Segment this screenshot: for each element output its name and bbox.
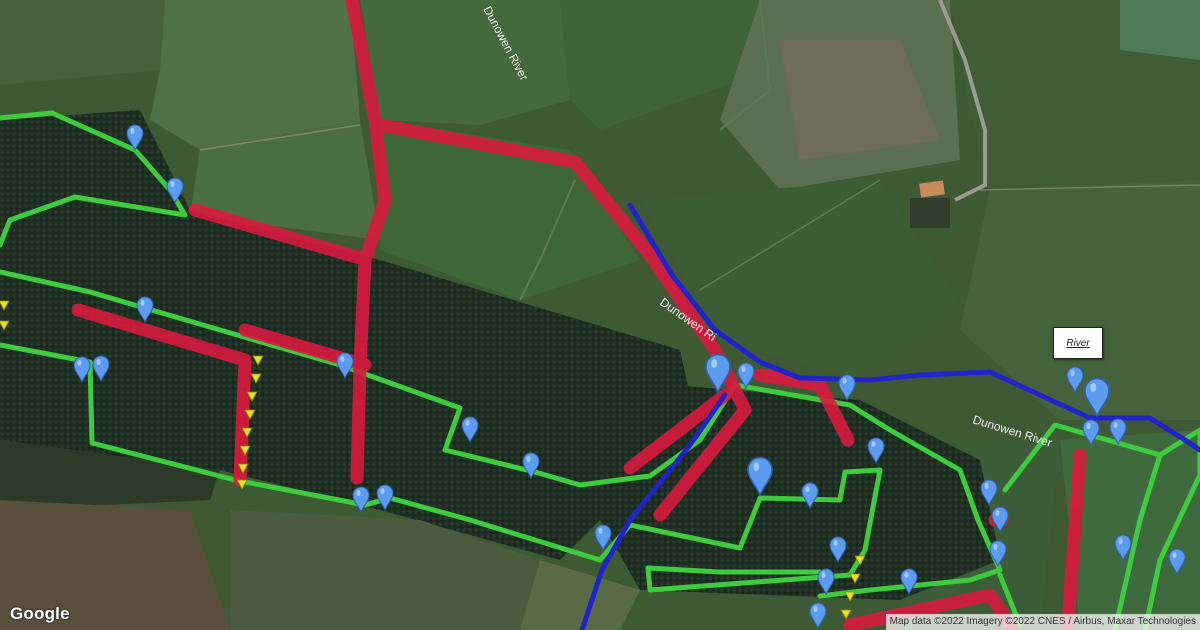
location-pin-icon[interactable] — [1168, 548, 1186, 576]
red-route-path — [345, 0, 392, 485]
location-pin-icon[interactable] — [92, 355, 110, 383]
location-pin-icon[interactable] — [461, 416, 479, 444]
location-pin-icon[interactable] — [376, 484, 394, 512]
location-pin-icon[interactable] — [989, 540, 1007, 568]
red-route-path — [1061, 448, 1087, 630]
map-view[interactable]: Dunowen River Dunowen Ri Dunowen River R… — [0, 0, 1200, 630]
location-pin-icon[interactable] — [801, 482, 819, 510]
direction-arrow-icon — [0, 320, 10, 331]
direction-arrow-icon — [844, 591, 856, 602]
location-pin-icon[interactable] — [867, 437, 885, 465]
google-logo: Google — [10, 604, 70, 623]
location-pin-icon[interactable] — [1084, 377, 1110, 418]
location-pin-icon[interactable] — [166, 177, 184, 205]
river-label: Dunowen River — [971, 412, 1054, 449]
red-route-path — [71, 303, 252, 487]
green-route-path — [1142, 427, 1200, 630]
route-overlay: Dunowen River Dunowen Ri Dunowen River — [0, 0, 1200, 630]
location-pin-icon[interactable] — [136, 296, 154, 324]
red-route-path — [188, 203, 367, 265]
location-pin-icon[interactable] — [809, 602, 827, 630]
location-pin-icon[interactable] — [900, 568, 918, 596]
location-pin-icon[interactable] — [747, 456, 773, 497]
location-pin-icon[interactable] — [817, 568, 835, 596]
info-window[interactable]: River — [1053, 327, 1103, 359]
direction-arrow-icon — [250, 373, 262, 384]
location-pin-icon[interactable] — [1082, 419, 1100, 447]
direction-arrow-icon — [252, 355, 264, 366]
info-window-link[interactable]: River — [1066, 338, 1089, 349]
map-attribution[interactable]: Map data ©2022 Imagery ©2022 CNES / Airb… — [885, 614, 1200, 630]
location-pin-icon[interactable] — [352, 486, 370, 514]
location-pin-icon[interactable] — [980, 479, 998, 507]
location-pin-icon[interactable] — [829, 536, 847, 564]
location-pin-icon[interactable] — [991, 506, 1009, 534]
red-route-path — [753, 368, 855, 447]
direction-arrow-icon — [849, 573, 861, 584]
river-label: Dunowen River — [480, 4, 531, 83]
river-line — [579, 202, 1200, 630]
location-pin-icon[interactable] — [336, 352, 354, 380]
direction-arrow-icon — [840, 609, 852, 620]
direction-arrow-icon — [0, 300, 10, 311]
location-pin-icon[interactable] — [73, 356, 91, 384]
location-pin-icon[interactable] — [1066, 366, 1084, 394]
river-labels: Dunowen River Dunowen Ri Dunowen River — [480, 4, 1053, 450]
green-route-path — [0, 110, 188, 248]
red-routes — [71, 0, 1087, 630]
location-pin-icon[interactable] — [1114, 534, 1132, 562]
location-pin-icon[interactable] — [838, 374, 856, 402]
